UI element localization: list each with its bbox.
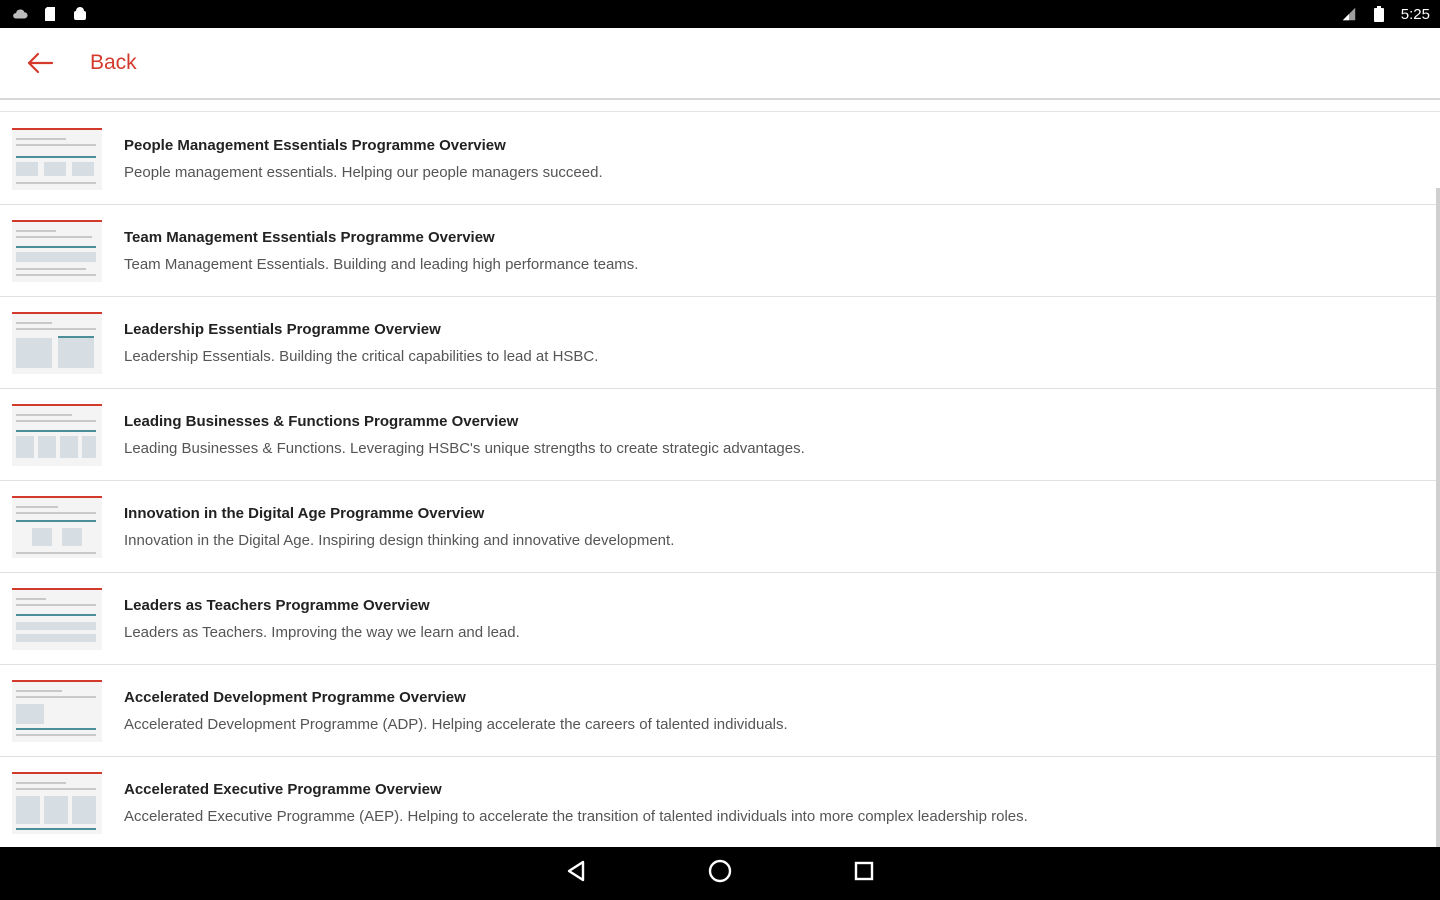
list-item[interactable]: Leading Businesses & Functions Programme… (0, 389, 1440, 481)
item-title: Team Management Essentials Programme Ove… (124, 228, 495, 246)
item-title: Accelerated Development Programme Overvi… (124, 688, 466, 706)
status-bar: 5:25 (0, 0, 1440, 28)
list-header-gap (0, 100, 1440, 112)
programme-thumbnail (12, 127, 102, 190)
programme-thumbnail (12, 311, 102, 374)
list-item[interactable]: Leaders as Teachers Programme Overview L… (0, 573, 1440, 665)
cloud-icon (12, 6, 28, 22)
app-bar: Back (0, 28, 1440, 100)
nav-back-button[interactable] (559, 857, 593, 891)
programme-thumbnail (12, 219, 102, 282)
item-title: Leading Businesses & Functions Programme… (124, 412, 519, 430)
list-item[interactable]: Accelerated Executive Programme Overview… (0, 757, 1440, 847)
back-triangle-icon (565, 859, 587, 888)
item-title: People Management Essentials Programme O… (124, 136, 506, 154)
android-icon (72, 6, 88, 22)
programme-thumbnail (12, 587, 102, 650)
programme-list[interactable]: People Management Essentials Programme O… (0, 113, 1440, 847)
programme-thumbnail (12, 495, 102, 558)
item-description: Innovation in the Digital Age. Inspiring… (124, 531, 675, 549)
item-description: Accelerated Development Programme (ADP).… (124, 715, 788, 733)
status-left-icons (12, 6, 88, 22)
arrow-back-icon (24, 47, 56, 79)
back-button[interactable]: Back (0, 28, 137, 98)
programme-thumbnail (12, 771, 102, 834)
list-item[interactable]: People Management Essentials Programme O… (0, 113, 1440, 205)
programme-thumbnail (12, 403, 102, 466)
recents-square-icon (853, 860, 875, 887)
item-description: Leaders as Teachers. Improving the way w… (124, 623, 520, 641)
item-description: Accelerated Executive Programme (AEP). H… (124, 807, 1028, 825)
nav-recents-button[interactable] (847, 857, 881, 891)
system-nav-bar (0, 847, 1440, 900)
item-title: Accelerated Executive Programme Overview (124, 780, 442, 798)
item-title: Innovation in the Digital Age Programme … (124, 504, 485, 522)
scrollbar[interactable] (1436, 188, 1440, 848)
signal-icon (1341, 6, 1357, 22)
home-circle-icon (707, 858, 733, 889)
item-description: Leadership Essentials. Building the crit… (124, 347, 599, 365)
programme-thumbnail (12, 679, 102, 742)
status-right-icons: 5:25 (1341, 6, 1430, 23)
list-item[interactable]: Leadership Essentials Programme Overview… (0, 297, 1440, 389)
nav-home-button[interactable] (703, 857, 737, 891)
sd-card-icon (42, 6, 58, 22)
list-item[interactable]: Innovation in the Digital Age Programme … (0, 481, 1440, 573)
list-item[interactable]: Team Management Essentials Programme Ove… (0, 205, 1440, 297)
status-time: 5:25 (1400, 5, 1430, 23)
item-title: Leaders as Teachers Programme Overview (124, 596, 430, 614)
item-description: Team Management Essentials. Building and… (124, 255, 639, 273)
back-label: Back (90, 51, 137, 74)
list-item[interactable]: Accelerated Development Programme Overvi… (0, 665, 1440, 757)
item-description: People management essentials. Helping ou… (124, 163, 603, 181)
item-description: Leading Businesses & Functions. Leveragi… (124, 439, 805, 457)
item-title: Leadership Essentials Programme Overview (124, 320, 441, 338)
battery-icon (1371, 6, 1387, 22)
